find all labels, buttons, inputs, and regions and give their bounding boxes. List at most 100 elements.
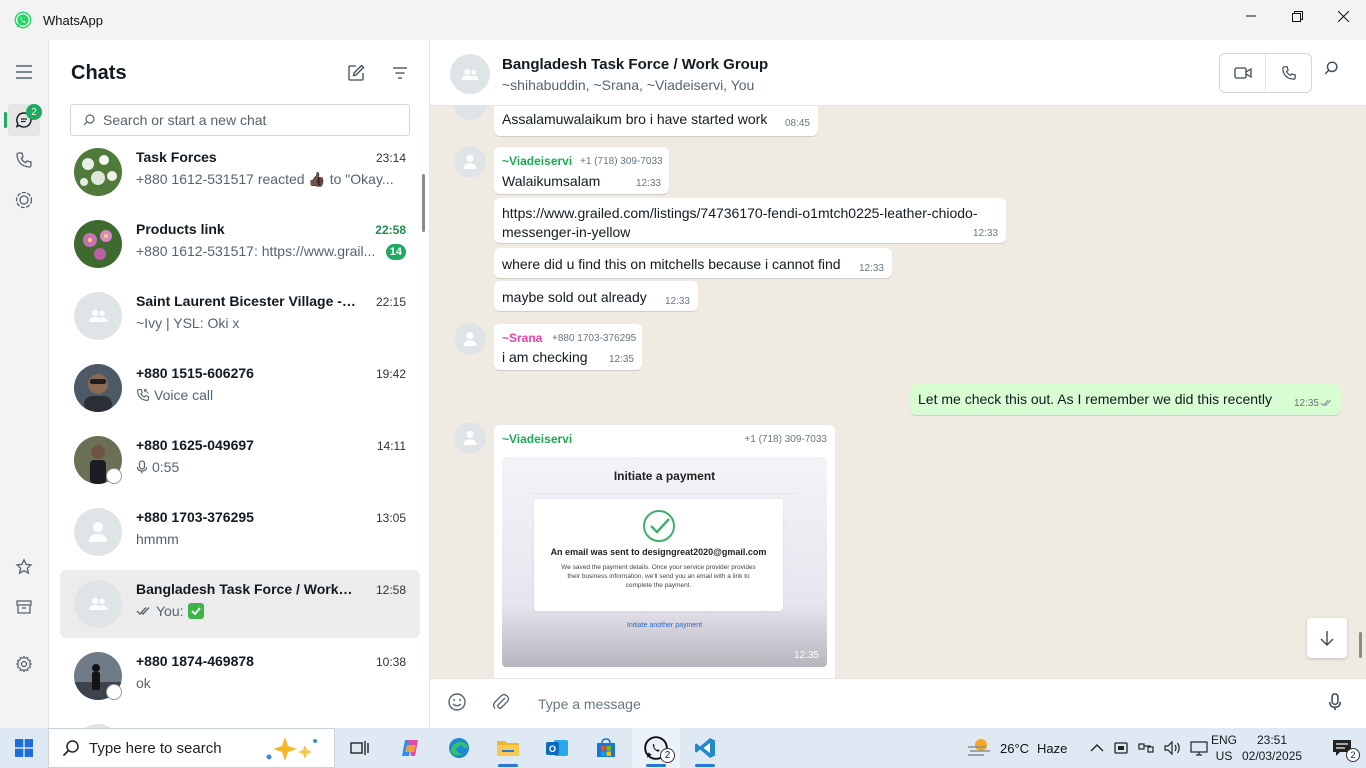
chat-name: +880 1703-376295 (136, 509, 254, 525)
image-message-bubble[interactable]: ~Viadeiservi +1 (718) 309-7033 Initiate … (494, 425, 835, 678)
chat-preview-text: You: (156, 603, 184, 619)
message-time: 12:33 (972, 228, 998, 239)
network-icon[interactable] (1138, 741, 1154, 755)
whatsapp-taskbar-app[interactable]: 2 (632, 728, 680, 768)
phone-icon (1281, 66, 1296, 80)
chats-heading: Chats (71, 62, 127, 84)
group-avatar (450, 54, 490, 94)
minimize-button[interactable] (1228, 0, 1274, 32)
chat-search-box[interactable] (70, 104, 410, 136)
clock[interactable]: 23:51 02/03/2025 (1242, 732, 1302, 764)
group-icon (89, 309, 108, 322)
emoji-button[interactable] (447, 692, 467, 717)
arrow-down-icon (1320, 631, 1334, 646)
chat-item-partial[interactable] (60, 714, 420, 728)
taskbar-search-box[interactable]: Type here to search (48, 728, 335, 768)
message-time: 12:35 (608, 354, 634, 365)
microsoft-store-app[interactable] (582, 728, 630, 768)
chat-item-880-1625-049697[interactable]: +880 1625-049697 14:11 0:55 (60, 426, 420, 494)
windows-logo-icon (15, 739, 33, 757)
sender-avatar (454, 422, 486, 454)
chat-search-input[interactable] (103, 112, 393, 128)
vscode-icon (695, 738, 715, 758)
conversation-header[interactable]: Bangladesh Task Force / Work Group ~shih… (430, 40, 1366, 106)
chat-preview: Voice call (136, 387, 396, 403)
outgoing-message-bubble[interactable]: Let me check this out. As I remember we … (910, 384, 1341, 415)
sender-phone: +1 (718) 309-7033 (744, 434, 827, 445)
vscode-app[interactable] (681, 728, 729, 768)
chat-item-saint-laurent[interactable]: Saint Laurent Bicester Village - I... 22… (60, 282, 420, 350)
scroll-to-bottom-button[interactable] (1307, 618, 1347, 658)
chat-time: 23:14 (375, 151, 406, 165)
message-bubble[interactable]: https://www.grailed.com/listings/7473617… (494, 198, 1006, 243)
conversation-search-button[interactable] (1324, 61, 1338, 80)
language-code: ENG (1210, 733, 1237, 747)
chat-name: Products link (136, 221, 225, 237)
nav-status-button[interactable] (8, 184, 40, 216)
notification-center-button[interactable]: 2 (1318, 728, 1366, 768)
nav-calls-button[interactable] (8, 144, 40, 176)
nav-settings-button[interactable] (8, 648, 40, 680)
restore-icon (1291, 10, 1303, 22)
chat-list-scrollbar[interactable] (422, 174, 425, 232)
display-icon[interactable] (1190, 740, 1208, 756)
message-link[interactable]: https://www.grailed.com/listings/7473617… (502, 205, 977, 221)
copilot-app[interactable] (386, 728, 434, 768)
message-bubble[interactable]: ~Srana +880 1703-376295 i am checking 12… (494, 324, 642, 370)
chat-item-880-1515-606276[interactable]: +880 1515-606276 19:42 Voice call (60, 354, 420, 422)
attach-button[interactable] (492, 692, 510, 717)
task-view-button[interactable] (336, 728, 384, 768)
chat-name: +880 1874-469878 (136, 653, 254, 669)
chat-item-880-1703-376295[interactable]: +880 1703-376295 13:05 hmmm (60, 498, 420, 566)
message-link-continued[interactable]: messenger-in-yellow (502, 224, 630, 240)
chat-item-880-1874-469878[interactable]: +880 1874-469878 10:38 ok (60, 642, 420, 710)
menu-button[interactable] (8, 56, 40, 88)
voice-message-button[interactable] (1328, 692, 1342, 717)
group-icon (461, 68, 479, 80)
message-input[interactable] (538, 693, 1298, 715)
start-button[interactable] (0, 728, 48, 768)
new-chat-button[interactable] (343, 60, 369, 86)
video-call-button[interactable] (1220, 54, 1265, 92)
phone-icon (16, 152, 32, 168)
chat-item-products-link[interactable]: Products link 22:58 +880 1612-531517: ht… (60, 210, 420, 278)
notification-count-badge: 2 (1346, 748, 1360, 762)
volume-icon[interactable] (1164, 741, 1182, 755)
minimize-icon (1246, 15, 1256, 17)
message-time: 12:33 (858, 263, 884, 274)
weather-widget[interactable]: 26°C Haze (966, 728, 1067, 768)
file-explorer-app[interactable] (484, 728, 532, 768)
conversation-scrollbar[interactable] (1359, 632, 1362, 658)
chevron-up-icon[interactable] (1090, 743, 1104, 753)
gear-icon (15, 655, 33, 673)
message-bubble[interactable]: where did u find this on mitchells becau… (494, 248, 892, 278)
message-bubble[interactable]: Assalamuwalaikum bro i have started work… (494, 106, 818, 136)
meet-now-icon[interactable] (1114, 740, 1128, 756)
message-bubble[interactable]: ~Viadeiservi +1 (718) 309-7033 Walaikums… (494, 147, 669, 194)
chat-item-bangladesh-task-force[interactable]: Bangladesh Task Force / Work Gr... 12:58… (60, 570, 420, 638)
search-highlight-icon (266, 737, 317, 761)
chat-item-task-forces[interactable]: Task Forces 23:14 +880 1612-531517 react… (60, 138, 420, 206)
maximize-button[interactable] (1274, 0, 1320, 32)
sender-avatar (454, 106, 486, 120)
message-text: i am checking (502, 349, 588, 365)
message-bubble[interactable]: maybe sold out already 12:33 (494, 281, 698, 311)
status-ring-icon (106, 684, 122, 700)
outlook-icon: O (546, 740, 568, 756)
chat-time: 19:42 (375, 367, 406, 381)
nav-archived-button[interactable] (8, 591, 40, 623)
archive-icon (16, 600, 32, 614)
star-icon (15, 558, 33, 575)
chat-preview: ~Ivy | YSL: Oki x (136, 315, 396, 331)
outlook-app[interactable]: O (533, 728, 581, 768)
new-chat-icon (348, 64, 365, 81)
chat-time: 13:05 (375, 511, 406, 525)
nav-starred-button[interactable] (8, 551, 40, 583)
voice-call-button[interactable] (1265, 54, 1311, 92)
payment-screenshot-image[interactable]: Initiate a payment An email was sent to … (502, 457, 827, 667)
chat-name: +880 1625-049697 (136, 437, 254, 453)
edge-app[interactable] (435, 728, 483, 768)
language-indicator[interactable]: ENG US (1210, 732, 1238, 764)
close-button[interactable] (1320, 0, 1366, 32)
filter-button[interactable] (387, 60, 413, 86)
